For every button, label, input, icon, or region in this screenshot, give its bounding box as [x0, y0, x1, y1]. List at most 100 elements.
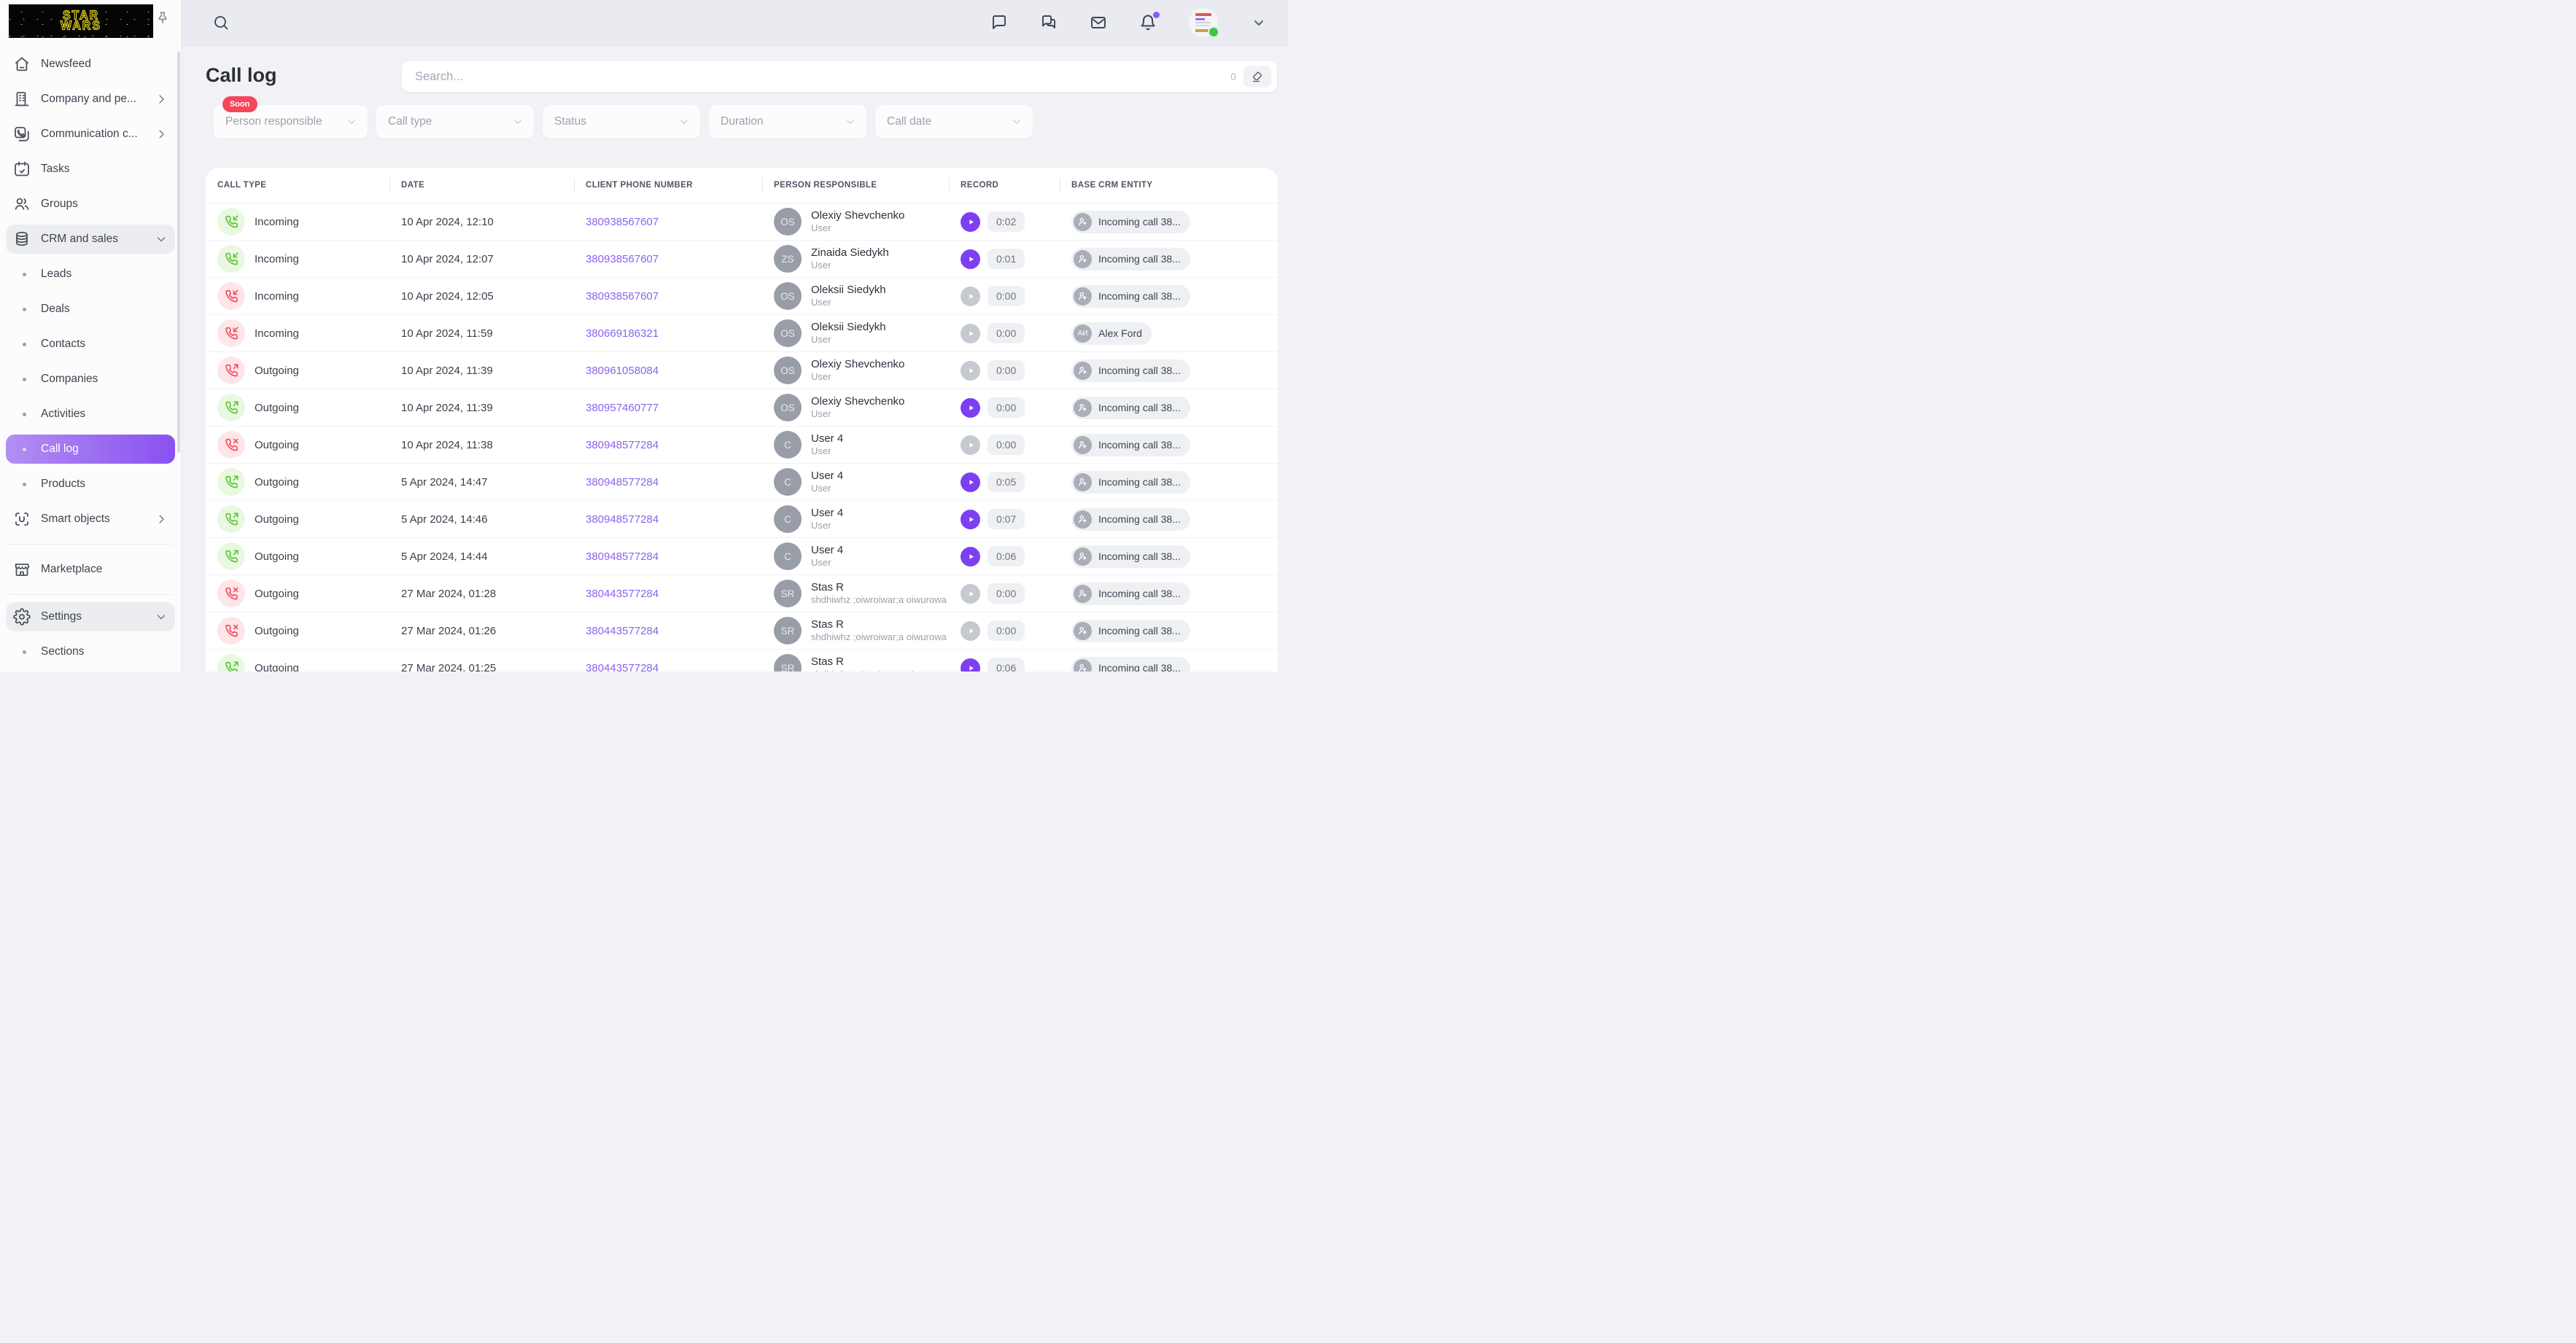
chevron-down-icon[interactable]: [1250, 14, 1268, 31]
phone-link[interactable]: 380948577284: [586, 476, 659, 488]
search-input[interactable]: [414, 69, 1230, 85]
sidebar-item-call-log[interactable]: Call log: [6, 435, 175, 464]
entity-chip[interactable]: Incoming call 38...: [1071, 359, 1190, 382]
entity-chip[interactable]: Incoming call 38...: [1071, 248, 1190, 270]
duration-badge: 0:06: [988, 658, 1025, 672]
play-button[interactable]: [961, 287, 980, 306]
phone-link[interactable]: 380948577284: [586, 550, 659, 563]
table-row[interactable]: Outgoing 10 Apr 2024, 11:39 380961058084…: [206, 351, 1278, 389]
filter-status[interactable]: Status: [543, 105, 700, 139]
table-row[interactable]: Outgoing 10 Apr 2024, 11:38 380948577284…: [206, 426, 1278, 463]
person-subtitle: User: [811, 483, 843, 494]
pin-icon[interactable]: [153, 9, 172, 28]
entity-chip[interactable]: Incoming call 38...: [1071, 471, 1190, 494]
bell-icon[interactable]: [1139, 14, 1157, 31]
phone-link[interactable]: 380938567607: [586, 253, 659, 265]
comment-icon[interactable]: [990, 14, 1008, 31]
avatar: C: [774, 505, 802, 533]
entity-chip[interactable]: Incoming call 38...: [1071, 434, 1190, 456]
phone-link[interactable]: 380938567607: [586, 216, 659, 228]
missed-call-icon: [217, 431, 245, 459]
table-row[interactable]: Outgoing 27 Mar 2024, 01:25 380443577284…: [206, 649, 1278, 672]
play-button[interactable]: [961, 584, 980, 604]
sidebar-item-contacts[interactable]: Contacts: [6, 327, 175, 362]
play-button[interactable]: [961, 324, 980, 343]
phone-link[interactable]: 380443577284: [586, 625, 659, 637]
play-button[interactable]: [961, 547, 980, 567]
table-row[interactable]: Outgoing 5 Apr 2024, 14:44 380948577284 …: [206, 537, 1278, 575]
phone-link[interactable]: 380948577284: [586, 513, 659, 526]
phone-link[interactable]: 380961058084: [586, 365, 659, 377]
phone-link[interactable]: 380948577284: [586, 439, 659, 451]
entity-chip[interactable]: Incoming call 38...: [1071, 508, 1190, 531]
phone-link[interactable]: 380669186321: [586, 327, 659, 340]
sidebar-item-smart-objects[interactable]: Smart objects: [6, 502, 175, 537]
sidebar-item-marketplace[interactable]: Marketplace: [6, 552, 175, 587]
sidebar-item-newsfeed[interactable]: Newsfeed: [6, 47, 175, 82]
sidebar-item-crm-and-sales[interactable]: CRM and sales: [6, 225, 175, 254]
sidebar-item-sections[interactable]: Sections: [6, 634, 175, 669]
play-button[interactable]: [961, 249, 980, 269]
avatar: SR: [774, 617, 802, 645]
phone-link[interactable]: 380443577284: [586, 588, 659, 600]
table-row[interactable]: Outgoing 27 Mar 2024, 01:26 380443577284…: [206, 612, 1278, 649]
sidebar-item-companies[interactable]: Companies: [6, 362, 175, 397]
sidebar-item-communication-c[interactable]: Communication c...: [6, 117, 175, 152]
table-row[interactable]: Incoming 10 Apr 2024, 12:10 380938567607…: [206, 203, 1278, 240]
sidebar-item-activities[interactable]: Activities: [6, 397, 175, 432]
sidebar-item-tasks[interactable]: Tasks: [6, 152, 175, 187]
phone-link[interactable]: 380443577284: [586, 662, 659, 672]
sidebar-item-leads[interactable]: Leads: [6, 257, 175, 292]
table-row[interactable]: Incoming 10 Apr 2024, 12:05 380938567607…: [206, 277, 1278, 314]
play-button[interactable]: [961, 510, 980, 529]
phone-link[interactable]: 380938567607: [586, 290, 659, 303]
mail-icon[interactable]: [1090, 14, 1107, 31]
filter-person-responsible[interactable]: Person responsible Soon: [214, 105, 368, 139]
sidebar-item-deals[interactable]: Deals: [6, 292, 175, 327]
sidebar-item-groups[interactable]: Groups: [6, 187, 175, 222]
filter-call-date[interactable]: Call date: [875, 105, 1033, 139]
play-button[interactable]: [961, 472, 980, 492]
missed-call-icon: [217, 617, 245, 645]
duration-badge: 0:02: [988, 211, 1025, 232]
filter-call-type[interactable]: Call type: [376, 105, 534, 139]
filter-duration[interactable]: Duration: [709, 105, 866, 139]
sidebar-item-products[interactable]: Products: [6, 467, 175, 502]
table-row[interactable]: Outgoing 5 Apr 2024, 14:46 380948577284 …: [206, 500, 1278, 537]
table-row[interactable]: Incoming 10 Apr 2024, 12:07 380938567607…: [206, 240, 1278, 277]
table-row[interactable]: Outgoing 10 Apr 2024, 11:39 380957460777…: [206, 389, 1278, 426]
play-button[interactable]: [961, 621, 980, 641]
phone-link[interactable]: 380957460777: [586, 402, 659, 414]
app-logo[interactable]: STAR WARS: [9, 4, 153, 38]
entity-chip[interactable]: Incoming call 38...: [1071, 657, 1190, 672]
entity-chip[interactable]: АИ Alex Ford: [1071, 322, 1152, 345]
play-button[interactable]: [961, 435, 980, 455]
notification-dot: [1153, 12, 1160, 18]
table-row[interactable]: Outgoing 5 Apr 2024, 14:47 380948577284 …: [206, 463, 1278, 500]
sidebar-nav: Newsfeed Company and pe... Communication…: [6, 47, 175, 669]
play-button[interactable]: [961, 212, 980, 232]
table-row[interactable]: Incoming 10 Apr 2024, 11:59 380669186321…: [206, 314, 1278, 351]
play-button[interactable]: [961, 658, 980, 672]
call-type-label: Outgoing: [255, 365, 299, 377]
user-avatar[interactable]: [1189, 8, 1218, 37]
eraser-button[interactable]: [1244, 66, 1271, 87]
chats-icon[interactable]: [1040, 14, 1058, 31]
incoming-lead-icon: [1074, 436, 1092, 454]
search-icon[interactable]: [212, 14, 230, 31]
play-button[interactable]: [961, 398, 980, 418]
call-type-label: Outgoing: [255, 588, 299, 600]
sidebar-item-settings[interactable]: Settings: [6, 602, 175, 631]
entity-chip[interactable]: Incoming call 38...: [1071, 583, 1190, 605]
sidebar-item-company-and-pe[interactable]: Company and pe...: [6, 82, 175, 117]
sidebar-scrollbar[interactable]: [177, 52, 180, 453]
entity-chip[interactable]: Incoming call 38...: [1071, 545, 1190, 568]
table-row[interactable]: Outgoing 27 Mar 2024, 01:28 380443577284…: [206, 575, 1278, 612]
building-icon: [13, 90, 31, 108]
gear-icon: [13, 608, 31, 626]
entity-chip[interactable]: Incoming call 38...: [1071, 397, 1190, 419]
play-button[interactable]: [961, 361, 980, 381]
entity-chip[interactable]: Incoming call 38...: [1071, 285, 1190, 308]
entity-chip[interactable]: Incoming call 38...: [1071, 211, 1190, 233]
entity-chip[interactable]: Incoming call 38...: [1071, 620, 1190, 642]
